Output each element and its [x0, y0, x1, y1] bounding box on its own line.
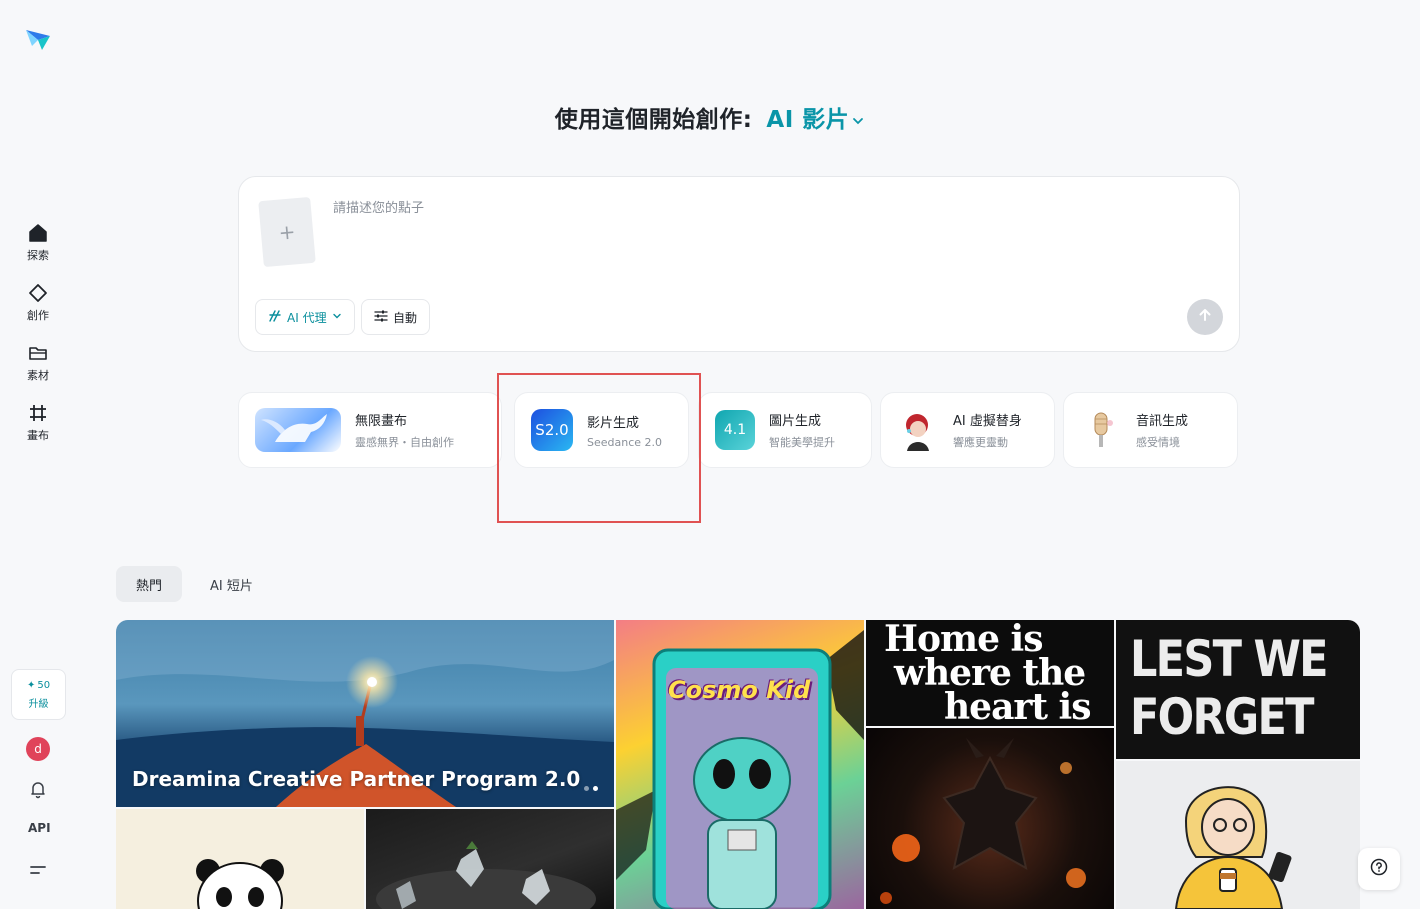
tool-title: AI 虛擬替身: [953, 414, 1022, 429]
tool-title: 音訊生成: [1136, 414, 1189, 429]
tool-subtitle: Seedance 2.0: [587, 435, 663, 449]
home-icon: [27, 222, 49, 244]
tab-hot[interactable]: 熱門: [116, 566, 183, 602]
chevron-down-icon: [332, 310, 342, 324]
tool-subtitle: 智能美學提升: [769, 436, 835, 449]
home-heart-typography-thumbnail[interactable]: Home is where the heart is: [866, 620, 1114, 726]
app-logo-icon[interactable]: [24, 26, 52, 54]
avatar[interactable]: d: [26, 737, 50, 761]
avatar-character-thumbnail: [897, 409, 939, 451]
sparkle-icon: ✦: [26, 679, 36, 691]
tool-card-image-generation[interactable]: 4.1 圖片生成 智能美學提升: [698, 392, 872, 468]
tool-title: 影片生成: [587, 415, 640, 431]
crystal-strawberries-thumbnail[interactable]: [366, 809, 614, 909]
folder-icon: [27, 342, 49, 364]
sidebar-item-create[interactable]: 創作: [14, 282, 62, 334]
help-button[interactable]: [1358, 848, 1400, 890]
bell-icon[interactable]: [28, 779, 48, 799]
credits-count: 50: [37, 679, 51, 691]
mode-selector[interactable]: AI 影片: [766, 107, 865, 133]
home-line-3: heart is: [944, 686, 1091, 726]
arrow-up-icon: [1197, 307, 1213, 327]
diamond-icon: [27, 282, 49, 304]
upgrade-label: 升級: [28, 698, 49, 710]
auto-label: 自動: [393, 310, 418, 325]
mode-label: AI 影片: [766, 107, 850, 133]
carousel-dots[interactable]: [584, 786, 598, 791]
agent-icon: [268, 309, 282, 326]
canvas-icon: [27, 402, 49, 424]
cosmo-kid-thumbnail[interactable]: Cosmo Kid: [616, 620, 864, 909]
image-model-logo-icon: 4.1: [715, 410, 755, 450]
gallery-grid: Dreamina Creative Partner Program 2.0 Co…: [116, 620, 1360, 909]
prompt-input[interactable]: [331, 195, 1191, 285]
home-line-2: where the: [894, 652, 1086, 694]
menu-icon[interactable]: [29, 862, 47, 876]
lest-line-2: FORGET: [1130, 688, 1314, 746]
tool-title: 無限畫布: [355, 414, 408, 429]
seedance-logo-icon: S2.0: [531, 409, 573, 451]
tool-subtitle: 感受情境: [1136, 436, 1180, 449]
tool-badge: S2.0: [535, 421, 569, 439]
sliders-icon: [374, 309, 388, 326]
sidebar-item-canvas[interactable]: 畫布: [14, 402, 62, 454]
prompt-box: + AI 代理 自動: [238, 176, 1240, 352]
microphone-icon: [1080, 409, 1122, 451]
sidebar-item-label: 創作: [27, 309, 49, 322]
dragon-thumbnail[interactable]: [866, 728, 1114, 909]
tab-ai-shorts[interactable]: AI 短片: [190, 566, 273, 602]
lest-line-1: LEST WE: [1130, 630, 1329, 688]
heading-prefix: 使用這個開始創作:: [554, 107, 753, 133]
page-title: 使用這個開始創作: AI 影片: [0, 100, 1420, 134]
sidebar-item-label: 素材: [27, 369, 49, 382]
lest-we-forget-thumbnail[interactable]: LEST WE FORGET: [1116, 620, 1360, 759]
tool-subtitle: 響應更靈動: [953, 436, 1008, 449]
tool-subtitle: 靈感無界・自由創作: [355, 436, 454, 449]
panda-thumbnail[interactable]: [116, 809, 364, 909]
girl-illustration-thumbnail[interactable]: [1116, 761, 1360, 909]
sidebar-item-label: 探索: [27, 249, 49, 262]
home-line-1: Home is: [884, 620, 1044, 660]
chevron-down-icon: [851, 108, 865, 134]
sidebar: 探索 創作 素材 畫布 ✦ 50 升級 d API: [0, 0, 76, 909]
credits-upgrade-button[interactable]: ✦ 50 升級: [11, 669, 66, 720]
tool-badge: 4.1: [723, 422, 747, 438]
tool-card-video-generation[interactable]: S2.0 影片生成 Seedance 2.0: [514, 392, 689, 468]
tool-card-ai-avatar[interactable]: AI 虛擬替身 響應更靈動: [880, 392, 1055, 468]
plus-icon: +: [277, 219, 297, 245]
send-button[interactable]: [1187, 299, 1223, 335]
question-icon: [1370, 858, 1388, 880]
api-link[interactable]: API: [28, 821, 51, 835]
tool-card-audio-generation[interactable]: 音訊生成 感受情境: [1063, 392, 1238, 468]
tool-card-infinite-canvas[interactable]: 無限畫布 靈感無界・自由創作: [238, 392, 502, 468]
hero-banner[interactable]: Dreamina Creative Partner Program 2.0: [116, 620, 614, 807]
sidebar-item-assets[interactable]: 素材: [14, 342, 62, 394]
pegasus-thumbnail: [255, 408, 341, 452]
hero-title: Dreamina Creative Partner Program 2.0: [132, 767, 581, 791]
auto-settings-button[interactable]: 自動: [361, 299, 431, 335]
ai-agent-dropdown[interactable]: AI 代理: [255, 299, 355, 335]
agent-label: AI 代理: [287, 310, 327, 325]
sidebar-item-explore[interactable]: 探索: [14, 222, 62, 274]
tool-title: 圖片生成: [769, 414, 822, 429]
sidebar-item-label: 畫布: [27, 429, 49, 442]
cosmo-kid-title: Cosmo Kid: [668, 676, 811, 704]
upload-image-button[interactable]: +: [258, 196, 316, 268]
